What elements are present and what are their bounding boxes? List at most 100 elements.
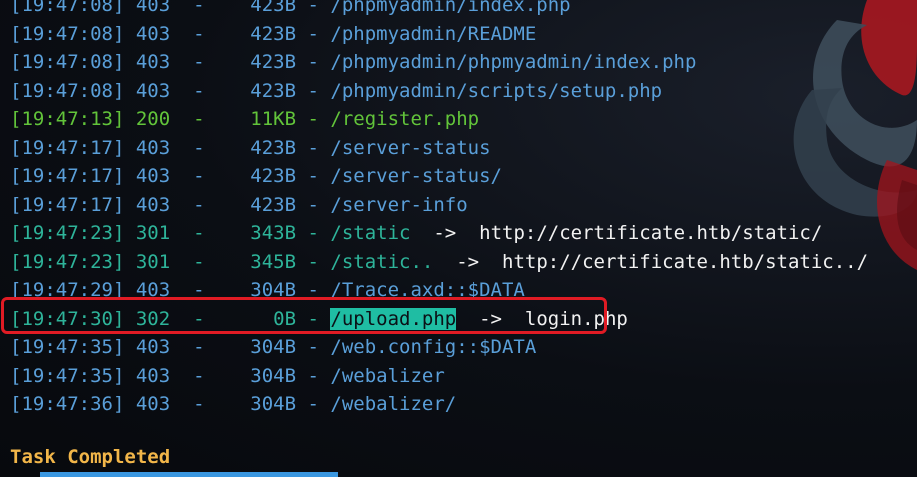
log-separator: - [181, 393, 205, 415]
log-separator: - [181, 51, 205, 73]
log-status-code: 403 [135, 0, 171, 16]
log-size: 304B [250, 393, 297, 415]
log-line: [19:47:35] 403 - 304B - /web.config::$DA… [10, 333, 868, 362]
log-timestamp: [19:47:23] [10, 222, 125, 244]
highlighted-line-box [1, 297, 607, 334]
log-separator: - [181, 79, 205, 102]
log-separator: - [181, 22, 205, 45]
log-timestamp: [19:47:08] [10, 0, 125, 16]
log-size: 304B [250, 336, 297, 358]
spacer: - [296, 165, 331, 187]
log-timestamp: [19:47:08] [10, 51, 125, 73]
log-path: /static.. [330, 250, 434, 273]
log-size: 423B [250, 136, 297, 159]
redirect-arrow: -> [433, 222, 457, 244]
log-separator: - [181, 250, 205, 273]
log-path: /server-status/ [330, 165, 502, 187]
log-size: 423B [250, 0, 297, 16]
log-separator: - [181, 193, 205, 216]
log-timestamp: [19:47:17] [10, 165, 125, 187]
log-line: [19:47:35] 403 - 304B - /webalizer [10, 362, 868, 391]
log-size: 11KB [250, 108, 297, 130]
spacer: - [296, 51, 331, 73]
progress-bar [40, 472, 338, 477]
log-separator: - [181, 0, 205, 16]
log-status-code: 403 [135, 165, 171, 187]
spacer: - [296, 336, 331, 358]
log-status-code: 301 [135, 250, 171, 273]
log-line: [19:47:13] 200 - 11KB - /register.php [10, 105, 868, 134]
log-status-code: 403 [135, 393, 171, 415]
log-path: /webalizer/ [330, 393, 457, 415]
log-line: [19:47:08] 403 - 423B - /phpmyadmin/phpm… [10, 48, 868, 77]
log-size: 423B [250, 51, 297, 73]
log-path: /phpmyadmin/scripts/setup.php [330, 79, 663, 102]
redirect-arrow: -> [456, 250, 480, 273]
spacer: - [296, 0, 331, 16]
log-status-code: 403 [135, 136, 171, 159]
log-size: 423B [250, 79, 297, 102]
log-separator: - [181, 222, 205, 244]
log-separator: - [181, 165, 205, 187]
log-path: /server-status [330, 136, 491, 159]
log-path: /web.config::$DATA [330, 336, 537, 358]
log-path: /phpmyadmin/phpmyadmin/index.php [330, 51, 697, 73]
log-status-code: 403 [135, 193, 171, 216]
log-separator: - [181, 136, 205, 159]
terminal-window[interactable]: [19:47:08] 403 - 423B - /phpmyadmin/inde… [0, 0, 917, 477]
log-line: [19:47:08] 403 - 423B - /phpmyadmin/inde… [10, 0, 868, 20]
log-line: [19:47:36] 403 - 304B - /webalizer/ [10, 390, 868, 419]
log-path: /phpmyadmin/index.php [330, 0, 571, 16]
log-line: [19:47:08] 403 - 423B - /phpmyadmin/scri… [10, 77, 868, 106]
log-line: [19:47:23] 301 - 343B - /static -> http:… [10, 219, 868, 248]
log-line: [19:47:17] 403 - 423B - /server-status [10, 134, 868, 163]
log-line: [19:47:17] 403 - 423B - /server-info [10, 191, 868, 220]
redirect-target: http://certificate.htb/static../ [502, 250, 869, 273]
log-timestamp: [19:47:13] [10, 108, 125, 130]
log-line: [19:47:17] 403 - 423B - /server-status/ [10, 162, 868, 191]
log-status-code: 200 [135, 108, 171, 130]
log-size: 423B [250, 22, 297, 45]
log-timestamp: [19:47:17] [10, 193, 125, 216]
log-timestamp: [19:47:35] [10, 336, 125, 358]
spacer: - [296, 393, 331, 415]
spacer: - [296, 222, 331, 244]
log-size: 423B [250, 165, 297, 187]
log-separator: - [181, 336, 205, 358]
log-line: [19:47:23] 301 - 345B - /static.. -> htt… [10, 248, 868, 277]
log-line: [19:47:08] 403 - 423B - /phpmyadmin/READ… [10, 20, 868, 49]
spacer: - [296, 79, 331, 102]
spacer: - [296, 108, 331, 130]
